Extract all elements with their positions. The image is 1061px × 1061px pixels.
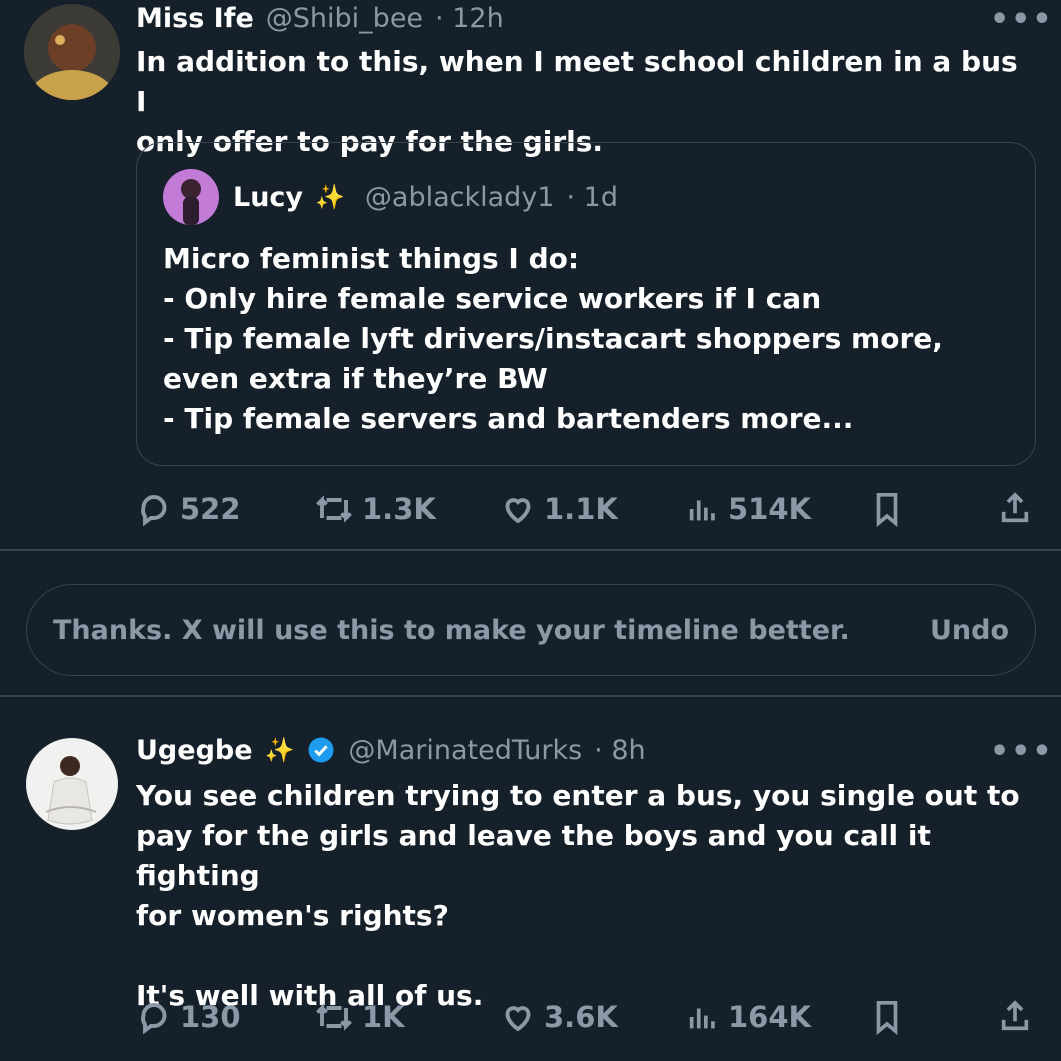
bookmark-icon[interactable] [870,998,904,1036]
views-button[interactable]: 164K [686,999,811,1035]
reply-button[interactable]: 522 [136,491,241,527]
quoted-tweet-card[interactable]: Lucy ✨ @ablacklady1 · 1d Micro feminist … [136,142,1036,466]
reply-icon [141,495,167,527]
reply-icon [141,1003,167,1035]
verified-badge-icon [308,737,334,763]
feedback-toast: Thanks. X will use this to make your tim… [26,584,1036,676]
retweet-icon [316,1003,352,1031]
reply-button[interactable]: 130 [136,999,241,1035]
retweet-count: 1K [362,1000,405,1034]
views-icon [689,1008,715,1029]
author-handle[interactable]: @MarinatedTurks [348,735,582,766]
tweet-actions: 522 1.3K 1.1K 514K [136,484,1036,534]
author-name[interactable]: Ugegbe [136,735,253,766]
retweet-button[interactable]: 1K [314,999,405,1035]
more-icon[interactable]: ••• [990,734,1054,769]
views-count: 514K [728,492,812,526]
divider [0,695,1061,697]
reply-count: 130 [180,1000,241,1034]
author-handle[interactable]: @Shibi_bee [266,3,423,34]
like-button[interactable]: 3.6K [500,999,618,1035]
undo-button[interactable]: Undo [930,615,1009,646]
retweet-button[interactable]: 1.3K [314,491,436,527]
like-icon [505,1006,531,1032]
more-icon[interactable]: ••• [990,2,1054,37]
tweet-actions: 130 1K 3.6K 164K [136,992,1036,1042]
like-count: 1.1K [544,492,618,526]
retweet-count: 1.3K [362,492,436,526]
like-count: 3.6K [544,1000,618,1034]
reply-count: 522 [180,492,241,526]
divider [0,549,1061,551]
quote-author-name: Lucy [233,181,304,213]
quote-time: · 1d [566,181,618,213]
like-icon [505,498,531,524]
avatar-lucy [163,169,219,225]
bookmark-icon[interactable] [870,490,904,528]
views-icon [689,500,715,521]
toast-message: Thanks. X will use this to make your tim… [53,614,850,646]
tweet-header: Miss Ife @Shibi_bee · 12h [136,0,504,36]
tweet-time[interactable]: · 8h [594,735,645,766]
quote-header: Lucy ✨ @ablacklady1 · 1d [233,177,618,217]
like-button[interactable]: 1.1K [500,491,618,527]
author-name[interactable]: Miss Ife [136,3,254,34]
retweet-icon [316,495,352,523]
avatar-miss-ife[interactable] [24,4,120,100]
views-count: 164K [728,1000,812,1034]
views-button[interactable]: 514K [686,491,811,527]
quote-text: Micro feminist things I do: - Only hire … [163,242,943,435]
sparkle-icon: ✨ [264,736,295,764]
sparkle-icon: ✨ [315,183,345,211]
share-icon[interactable] [998,998,1032,1036]
share-icon[interactable] [998,490,1032,528]
tweet-header: Ugegbe ✨ @MarinatedTurks · 8h [136,730,646,770]
tweet-text: You see children trying to enter a bus, … [136,779,1020,1012]
avatar-ugegbe[interactable] [26,738,118,830]
tweet-time[interactable]: · 12h [435,3,504,34]
quote-author-handle: @ablacklady1 [364,181,555,213]
